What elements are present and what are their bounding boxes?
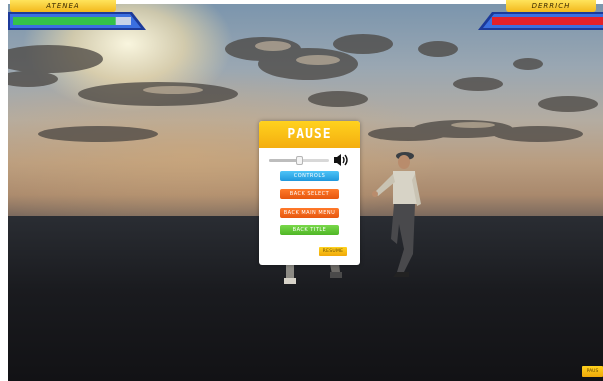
- back-main-menu-button[interactable]: BACK MAIN MENU: [280, 208, 339, 218]
- back-title-button[interactable]: BACK TITLE: [280, 225, 339, 235]
- pause-button[interactable]: PAUS: [582, 366, 603, 377]
- controls-button[interactable]: CONTROLS: [280, 171, 339, 181]
- volume-control: [269, 153, 353, 167]
- speaker-icon[interactable]: [333, 153, 351, 167]
- player1-name: ATENEA: [10, 0, 116, 12]
- resume-button[interactable]: RESUME: [319, 247, 347, 256]
- fighter-derrich: [372, 152, 421, 277]
- pause-title: PAUSE: [259, 121, 360, 148]
- player2-name: DERRICH: [506, 0, 596, 12]
- pause-dialog: PAUSE CONTROLS BACK SELECT BACK MAIN MEN…: [259, 121, 360, 265]
- volume-slider-knob[interactable]: [296, 156, 303, 165]
- player2-health-fill: [492, 17, 603, 25]
- volume-slider-fill: [269, 159, 299, 162]
- player1-health-fill: [13, 17, 116, 25]
- player2-health-bar: [478, 12, 603, 30]
- player1-health-bar: [8, 12, 146, 30]
- back-select-button[interactable]: BACK SELECT: [280, 189, 339, 199]
